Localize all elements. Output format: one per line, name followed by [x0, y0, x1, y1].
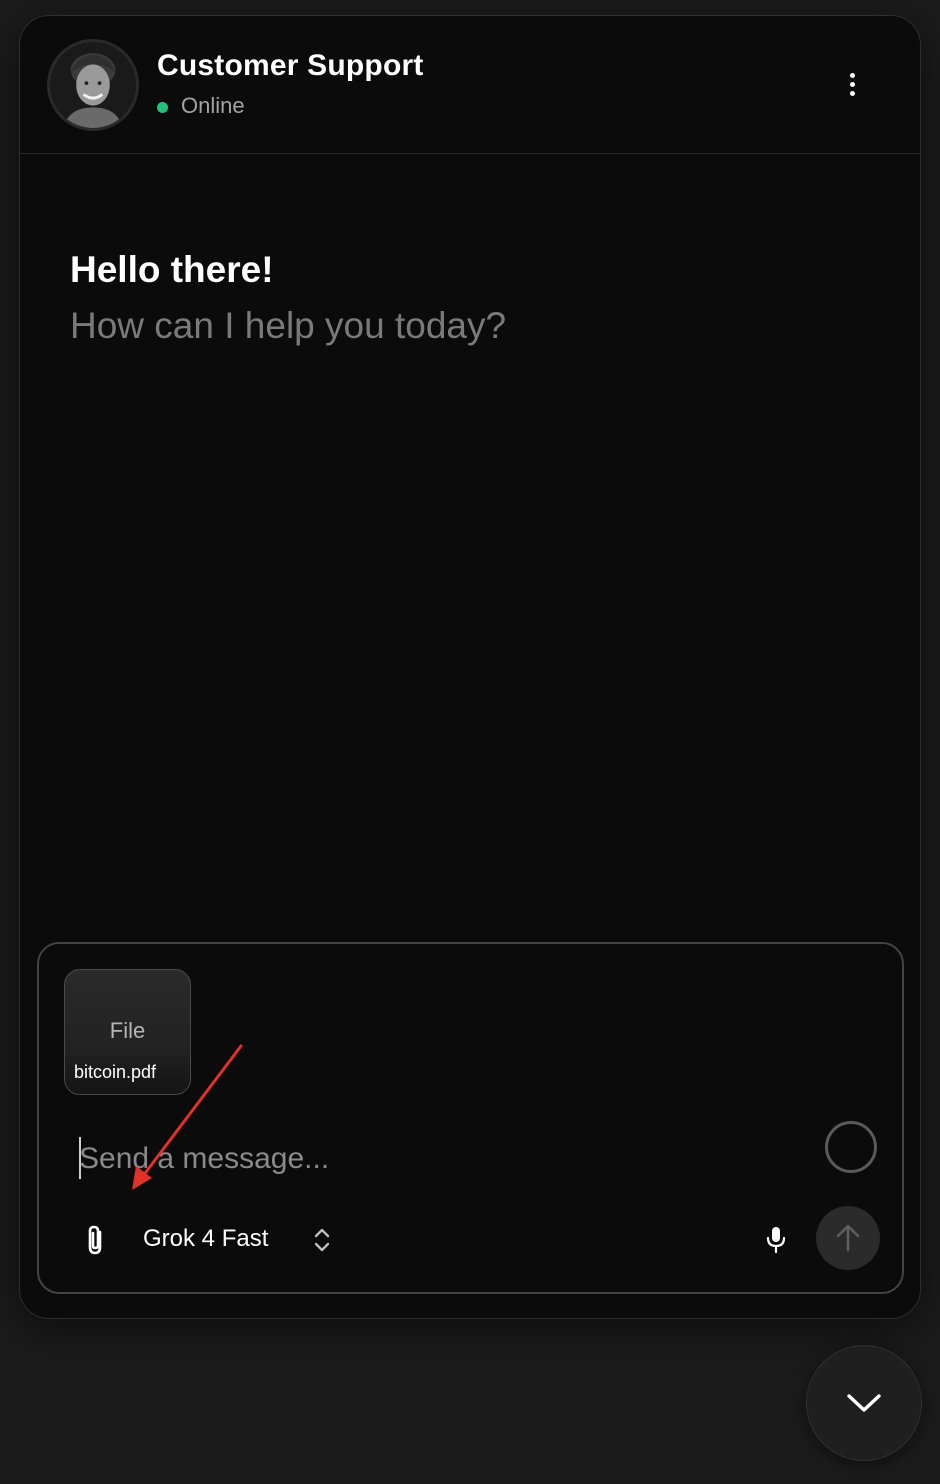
online-status-dot: [157, 102, 168, 113]
file-attachment-card[interactable]: File bitcoin.pdf: [64, 969, 191, 1095]
user-photo-avatar: [50, 42, 136, 128]
paperclip-icon: [88, 1225, 102, 1255]
arrow-up-icon: [836, 1224, 860, 1252]
text-caret: [79, 1137, 81, 1179]
more-options-button[interactable]: [832, 64, 872, 104]
vertical-ellipsis-dot: [849, 90, 855, 96]
message-input[interactable]: [79, 1134, 799, 1184]
avatar: [47, 39, 139, 131]
message-composer: File bitcoin.pdf Grok 4 Fast: [37, 942, 904, 1294]
chat-header: Customer Support Online: [20, 16, 920, 154]
status-text: Online: [181, 93, 245, 118]
chevron-down-icon: [847, 1394, 881, 1412]
greeting-subtitle: How can I help you today?: [70, 305, 507, 346]
attachment-type-label: File: [109, 1018, 146, 1043]
model-selected-label: Grok 4 Fast: [143, 1225, 269, 1252]
microphone-icon: [766, 1227, 786, 1254]
send-button[interactable]: [816, 1206, 880, 1270]
chat-title: Customer Support: [157, 49, 424, 82]
greeting-title: Hello there!: [70, 249, 274, 290]
chevron-up-down-icon: [314, 1228, 330, 1252]
page: Customer Support Online Hello there! How…: [0, 0, 940, 1484]
vertical-ellipsis-dot: [849, 81, 855, 87]
voice-input-button[interactable]: [761, 1220, 791, 1260]
chat-window: Customer Support Online Hello there! How…: [19, 15, 921, 1319]
vertical-ellipsis-icon: [849, 72, 855, 78]
scroll-down-button[interactable]: [806, 1345, 922, 1461]
model-selector[interactable]: Grok 4 Fast: [131, 1214, 341, 1264]
loading-circle-icon: [825, 1121, 877, 1173]
attachment-file-name: bitcoin.pdf: [65, 1056, 190, 1094]
attach-file-button[interactable]: [78, 1220, 114, 1260]
